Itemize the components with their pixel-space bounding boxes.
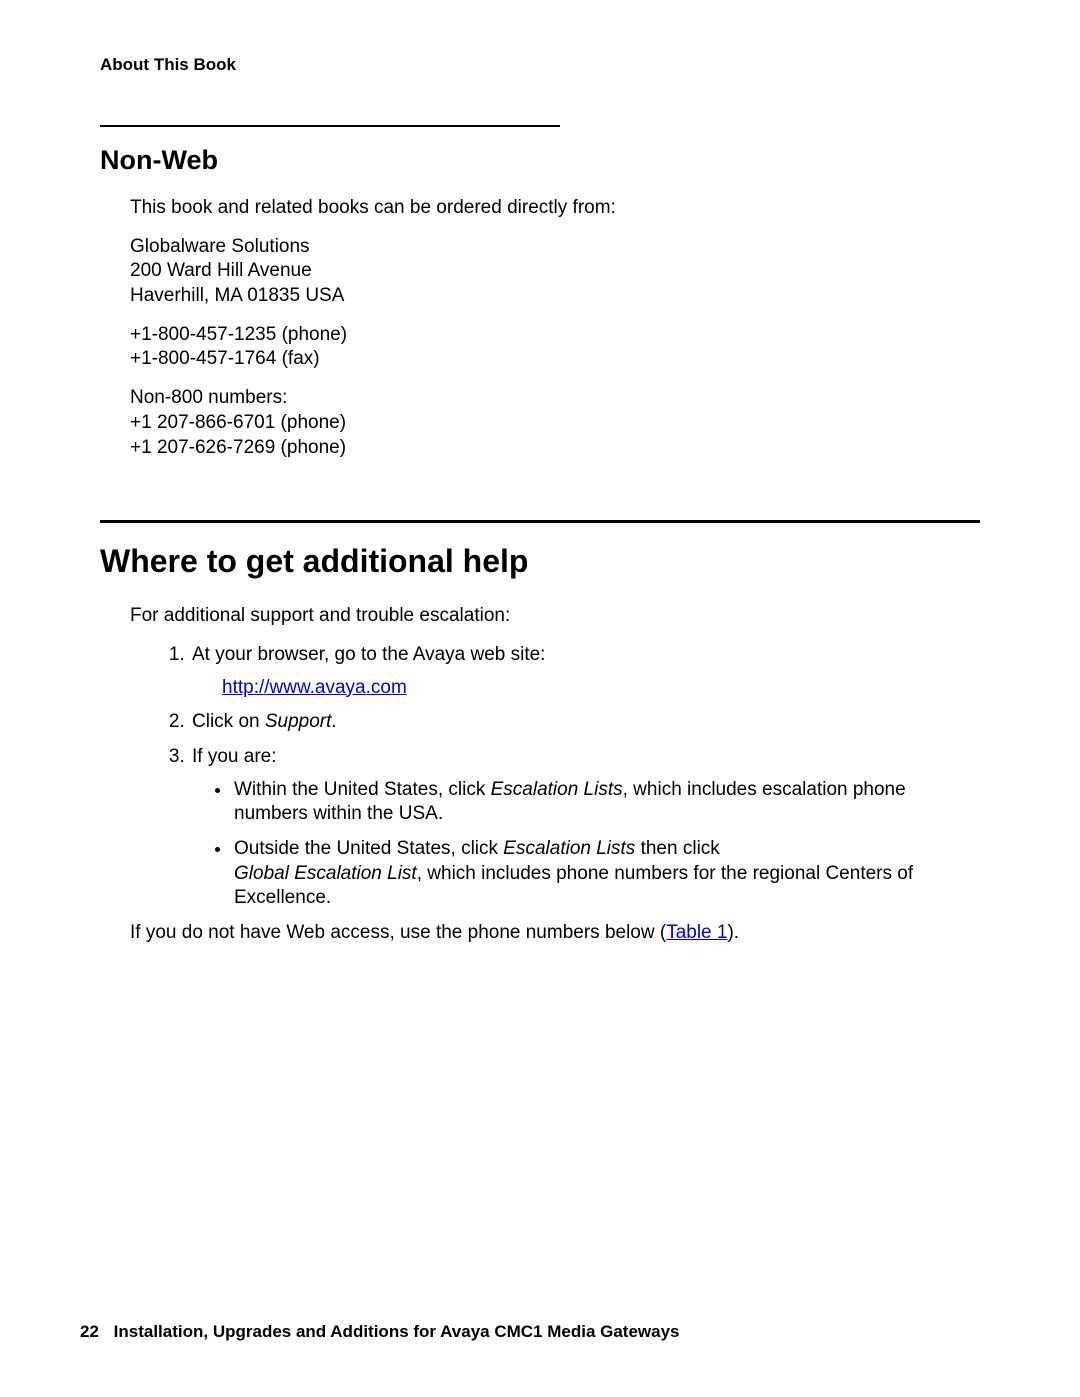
step-2-prefix: Click on (192, 711, 265, 732)
phone-line: +1 207-866-6701 (phone) (130, 412, 346, 433)
global-escalation-list: Global Escalation List (234, 863, 417, 884)
step-1: At your browser, go to the Avaya web sit… (190, 643, 980, 700)
escalation-lists: Escalation Lists (491, 779, 623, 800)
step-2: Click on Support. (190, 710, 980, 735)
section-rule (100, 125, 560, 127)
bullet-outside: Outside the United States, click Escalat… (232, 837, 980, 911)
nonweb-toll: +1-800-457-1235 (phone) +1-800-457-1764 … (130, 323, 980, 372)
non800-label: Non-800 numbers: (130, 387, 287, 408)
step-3: If you are: Within the United States, cl… (190, 745, 980, 911)
step-3-bullets: Within the United States, click Escalati… (192, 778, 980, 911)
page-footer: 22 Installation, Upgrades and Additions … (80, 1322, 680, 1342)
step-3-text: If you are: (192, 746, 277, 767)
address-line: Haverhill, MA 01835 USA (130, 285, 344, 306)
page-number: 22 (80, 1322, 99, 1342)
major-rule (100, 520, 980, 523)
step-1-text: At your browser, go to the Avaya web sit… (192, 644, 545, 665)
bullet-out-a: Outside the United States, click (234, 838, 503, 859)
phone-line: +1-800-457-1235 (phone) (130, 324, 347, 345)
nonweb-non800: Non-800 numbers: +1 207-866-6701 (phone)… (130, 386, 980, 460)
help-body: For additional support and trouble escal… (130, 604, 980, 946)
address-line: Globalware Solutions (130, 236, 310, 257)
noweb-b: ). (727, 922, 739, 943)
fax-line: +1-800-457-1764 (fax) (130, 348, 320, 369)
escalation-lists-2: Escalation Lists (503, 838, 635, 859)
address-line: 200 Ward Hill Avenue (130, 260, 312, 281)
bullet-us-a: Within the United States, click (234, 779, 491, 800)
nonweb-intro: This book and related books can be order… (130, 196, 980, 221)
page: About This Book Non-Web This book and re… (0, 0, 1080, 1397)
step-2-suffix: . (331, 711, 336, 732)
phone-line: +1 207-626-7269 (phone) (130, 437, 346, 458)
step-1-link-block: http://www.avaya.com (222, 676, 980, 701)
help-intro: For additional support and trouble escal… (130, 604, 980, 629)
help-steps: At your browser, go to the Avaya web sit… (130, 643, 980, 911)
bullet-us: Within the United States, click Escalati… (232, 778, 980, 827)
subheading-nonweb: Non-Web (100, 145, 980, 176)
step-2-italic: Support (265, 711, 332, 732)
noweb-line: If you do not have Web access, use the p… (130, 921, 980, 946)
running-header: About This Book (100, 55, 980, 75)
heading-help: Where to get additional help (100, 543, 980, 580)
bullet-out-b: then click (635, 838, 719, 859)
nonweb-address: Globalware Solutions 200 Ward Hill Avenu… (130, 235, 980, 309)
noweb-a: If you do not have Web access, use the p… (130, 922, 666, 943)
nonweb-body: This book and related books can be order… (130, 196, 980, 460)
table-1-link[interactable]: Table 1 (666, 922, 727, 943)
avaya-link[interactable]: http://www.avaya.com (222, 677, 407, 698)
footer-title: Installation, Upgrades and Additions for… (114, 1322, 680, 1341)
